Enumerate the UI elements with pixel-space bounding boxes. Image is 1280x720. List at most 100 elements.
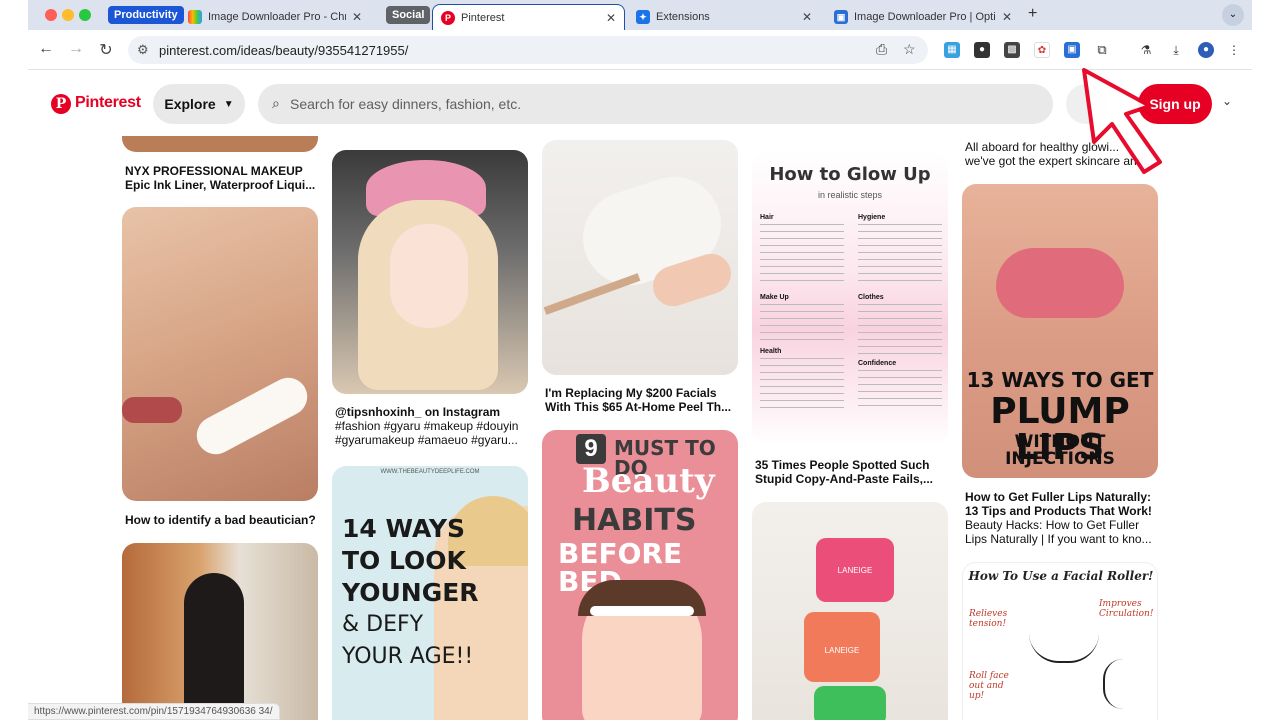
image-downloader-extension-icon[interactable]: ▣ (1064, 42, 1080, 58)
pinterest-logo-icon[interactable]: P (51, 94, 71, 114)
pin-caption[interactable]: I'm Replacing My $200 Facials With This … (545, 386, 741, 414)
pin-caption[interactable]: @tipsnhoxinh_ on Instagram #fashion #gya… (335, 405, 531, 447)
extension-qr-icon[interactable]: ▩ (1004, 42, 1020, 58)
pin-image[interactable] (122, 136, 318, 152)
bookmark-star-icon[interactable]: ☆ (903, 41, 916, 58)
install-app-icon[interactable]: ⎙ (876, 41, 887, 58)
pin-image[interactable]: 9 MUST TO DO Beauty HABITS BEFORE BED (542, 430, 738, 720)
forward-button[interactable]: → (66, 40, 86, 58)
pin-subtitle: Lips Naturally | If you want to kno... (965, 532, 1152, 546)
section-label: Hair (760, 214, 774, 221)
pin-image[interactable] (542, 140, 738, 375)
search-bar[interactable]: ⌕ (258, 84, 1053, 124)
close-icon[interactable]: ✕ (606, 11, 616, 25)
browser-window: Productivity Image Downloader Pro - Chro… (28, 0, 1252, 720)
poster-note: Improves Circulation! (1099, 599, 1154, 619)
text-lines (858, 224, 942, 286)
poster-text: YOUNGER (342, 578, 479, 607)
pin-image[interactable]: How To Use a Facial Roller! Relieves ten… (962, 562, 1158, 720)
explore-label: Explore (164, 96, 216, 112)
pin-image[interactable] (332, 150, 528, 394)
tab-title: Extensions (656, 11, 710, 23)
pin-image[interactable]: 13 WAYS TO GET PLUMP LIPS WITHOUT INJECT… (962, 184, 1158, 478)
number-badge: 9 (576, 434, 606, 464)
pin-title: Epic Ink Liner, Waterproof Liqui... (125, 178, 316, 192)
browser-menu-icon[interactable]: ⋮ (1226, 42, 1242, 58)
url-text: pinterest.com/ideas/beauty/935541271955/ (159, 43, 409, 58)
poster-title: How to Glow Up (769, 164, 931, 185)
tab-image-downloader-pro[interactable]: Image Downloader Pro - Chro ✕ (180, 4, 370, 30)
cream-swatch (190, 371, 314, 461)
tab-extensions[interactable]: ✦ Extensions ✕ (628, 4, 820, 30)
extensions-puzzle-icon[interactable]: ⧉ (1094, 42, 1110, 58)
back-button[interactable]: ← (36, 40, 56, 58)
extension-color-icon[interactable]: ✿ (1034, 42, 1050, 58)
product-label: LANEIGE (837, 566, 873, 575)
pin-caption[interactable]: How to identify a bad beautician? (125, 513, 321, 527)
pin-subtitle: Beauty Hacks: How to Get Fuller (965, 518, 1140, 532)
status-bar-link-preview: https://www.pinterest.com/pin/1571934764… (28, 703, 280, 720)
tab-group-social[interactable]: Social (386, 6, 431, 24)
tab-title: Pinterest (461, 11, 505, 24)
login-button[interactable] (1066, 84, 1108, 124)
address-bar[interactable]: ⚙ pinterest.com/ideas/beauty/93554127195… (128, 36, 928, 64)
signup-button[interactable]: Sign up (1138, 84, 1212, 124)
poster-text: Beauty (582, 461, 715, 501)
pin-subtitle: All aboard for healthy glowi... (965, 140, 1120, 154)
pin-caption[interactable]: All aboard for healthy glowi... we've go… (965, 140, 1161, 168)
pin-image[interactable]: How to Glow Up in realistic steps Hair H… (752, 152, 948, 446)
tab-search-button[interactable]: ⌄ (1222, 4, 1244, 26)
tab-pinterest[interactable]: P Pinterest ✕ (432, 4, 625, 30)
tab-title: Image Downloader Pro | Optic (854, 11, 996, 23)
close-window-button[interactable] (45, 9, 57, 21)
poster-title: How To Use a Facial Roller! (968, 569, 1154, 583)
pin-caption[interactable]: 35 Times People Spotted Such Stupid Copy… (755, 458, 951, 486)
explore-button[interactable]: Explore ▼ (153, 84, 245, 124)
close-icon[interactable]: ✕ (802, 10, 812, 24)
labs-flask-icon[interactable]: ⚗ (1138, 42, 1154, 58)
eye-sketch (1029, 633, 1099, 663)
pin-image[interactable]: LANEIGE LANEIGE (752, 502, 948, 720)
pin-title: Stupid Copy-And-Paste Fails,... (755, 472, 934, 486)
extension-image-icon[interactable]: ▦ (944, 42, 960, 58)
chevron-down-icon: ▼ (223, 98, 234, 110)
site-info-icon[interactable]: ⚙ (137, 42, 149, 58)
poster-text: 13 WAYS TO GET (966, 368, 1154, 392)
profile-avatar-icon[interactable]: ● (1198, 42, 1214, 58)
tab-group-productivity[interactable]: Productivity (108, 6, 184, 24)
pin-title: 35 Times People Spotted Such (755, 458, 930, 472)
reload-button[interactable]: ↻ (96, 40, 116, 60)
tab-title: Image Downloader Pro - Chro (208, 11, 346, 23)
poster-text: YOUR AGE!! (342, 644, 474, 669)
poster-text: HABITS (572, 503, 697, 538)
pin-subtitle: we've got the expert skincare and... (965, 154, 1154, 168)
minimize-window-button[interactable] (62, 9, 74, 21)
pin-feed: NYX PROFESSIONAL MAKEUP Epic Ink Liner, … (28, 136, 1252, 720)
section-label: Confidence (858, 360, 897, 367)
pin-caption[interactable]: NYX PROFESSIONAL MAKEUP Epic Ink Liner, … (125, 164, 321, 192)
pin-image[interactable] (122, 543, 318, 720)
extension-github-icon[interactable]: ● (974, 42, 990, 58)
pin-subtitle: #gyarumakeup #amaeuo #gyaru... (335, 433, 518, 447)
pin-caption[interactable]: How to Get Fuller Lips Naturally: 13 Tip… (965, 490, 1161, 546)
rainbow-icon (188, 10, 202, 24)
pin-image[interactable] (122, 207, 318, 501)
section-label: Clothes (858, 294, 884, 301)
section-label: Hygiene (858, 214, 886, 221)
tab-image-downloader-options[interactable]: ▣ Image Downloader Pro | Optic ✕ (826, 4, 1020, 30)
new-tab-button[interactable]: + (1028, 5, 1037, 23)
close-icon[interactable]: ✕ (352, 10, 362, 24)
chevron-down-icon[interactable]: ⌄ (1222, 94, 1232, 108)
text-lines (760, 224, 844, 286)
product-label: LANEIGE (824, 646, 860, 655)
close-icon[interactable]: ✕ (1002, 10, 1012, 24)
search-input[interactable] (290, 84, 1030, 124)
poster-text: WITHOUT INJECTIONS (1005, 432, 1115, 469)
pin-title: I'm Replacing My $200 Facials (545, 386, 717, 400)
download-icon[interactable]: ⤓ (1168, 42, 1184, 58)
maximize-window-button[interactable] (79, 9, 91, 21)
pin-image[interactable]: WWW.THEBEAUTYDEEPLIFE.COM 14 WAYS TO LOO… (332, 466, 528, 720)
pinterest-brand[interactable]: Pinterest (75, 94, 141, 112)
lips-shape (122, 397, 182, 423)
text-lines (760, 304, 844, 344)
